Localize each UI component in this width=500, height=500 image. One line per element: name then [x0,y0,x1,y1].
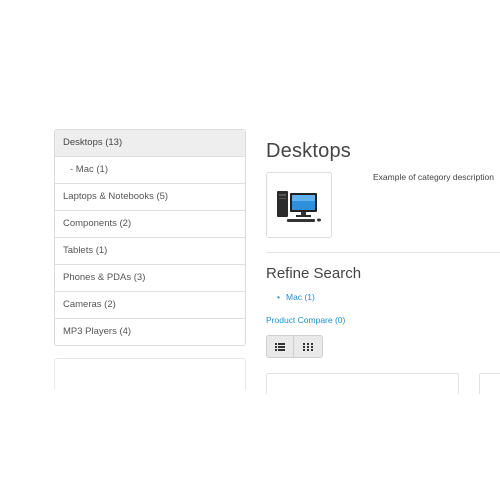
sidebar-item-tablets[interactable]: Tablets (1) [55,238,245,265]
sidebar-item-mac[interactable]: - Mac (1) [55,157,245,184]
grid-view-button[interactable] [294,335,323,358]
sidebar-item-phones-pdas[interactable]: Phones & PDAs (3) [55,265,245,292]
sidebar-item-components[interactable]: Components (2) [55,211,245,238]
refine-search-list: Mac (1) [277,292,315,302]
refine-link-mac[interactable]: Mac (1) [286,292,315,302]
sidebar-module-box [54,358,246,389]
product-compare-link[interactable]: Product Compare (0) [266,315,345,325]
category-description: Example of category description [373,172,494,182]
view-toggle-group [266,335,323,358]
desktop-computer-icon [277,191,321,222]
sidebar-item-cameras[interactable]: Cameras (2) [55,292,245,319]
refine-search-heading: Refine Search [266,265,362,282]
sidebar-item-mp3-players[interactable]: MP3 Players (4) [55,319,245,345]
list-view-button[interactable] [266,335,294,358]
product-card[interactable] [266,373,459,394]
list-item: Mac (1) [277,292,315,302]
divider [266,252,500,253]
page-title: Desktops [266,140,351,162]
category-list: Desktops (13) - Mac (1) Laptops & Notebo… [54,129,246,346]
sidebar-item-desktops[interactable]: Desktops (13) [55,130,245,157]
category-image[interactable] [266,172,332,238]
sidebar-item-laptops-notebooks[interactable]: Laptops & Notebooks (5) [55,184,245,211]
product-card[interactable] [479,373,500,394]
list-view-icon [275,342,285,351]
grid-view-icon [303,342,313,351]
